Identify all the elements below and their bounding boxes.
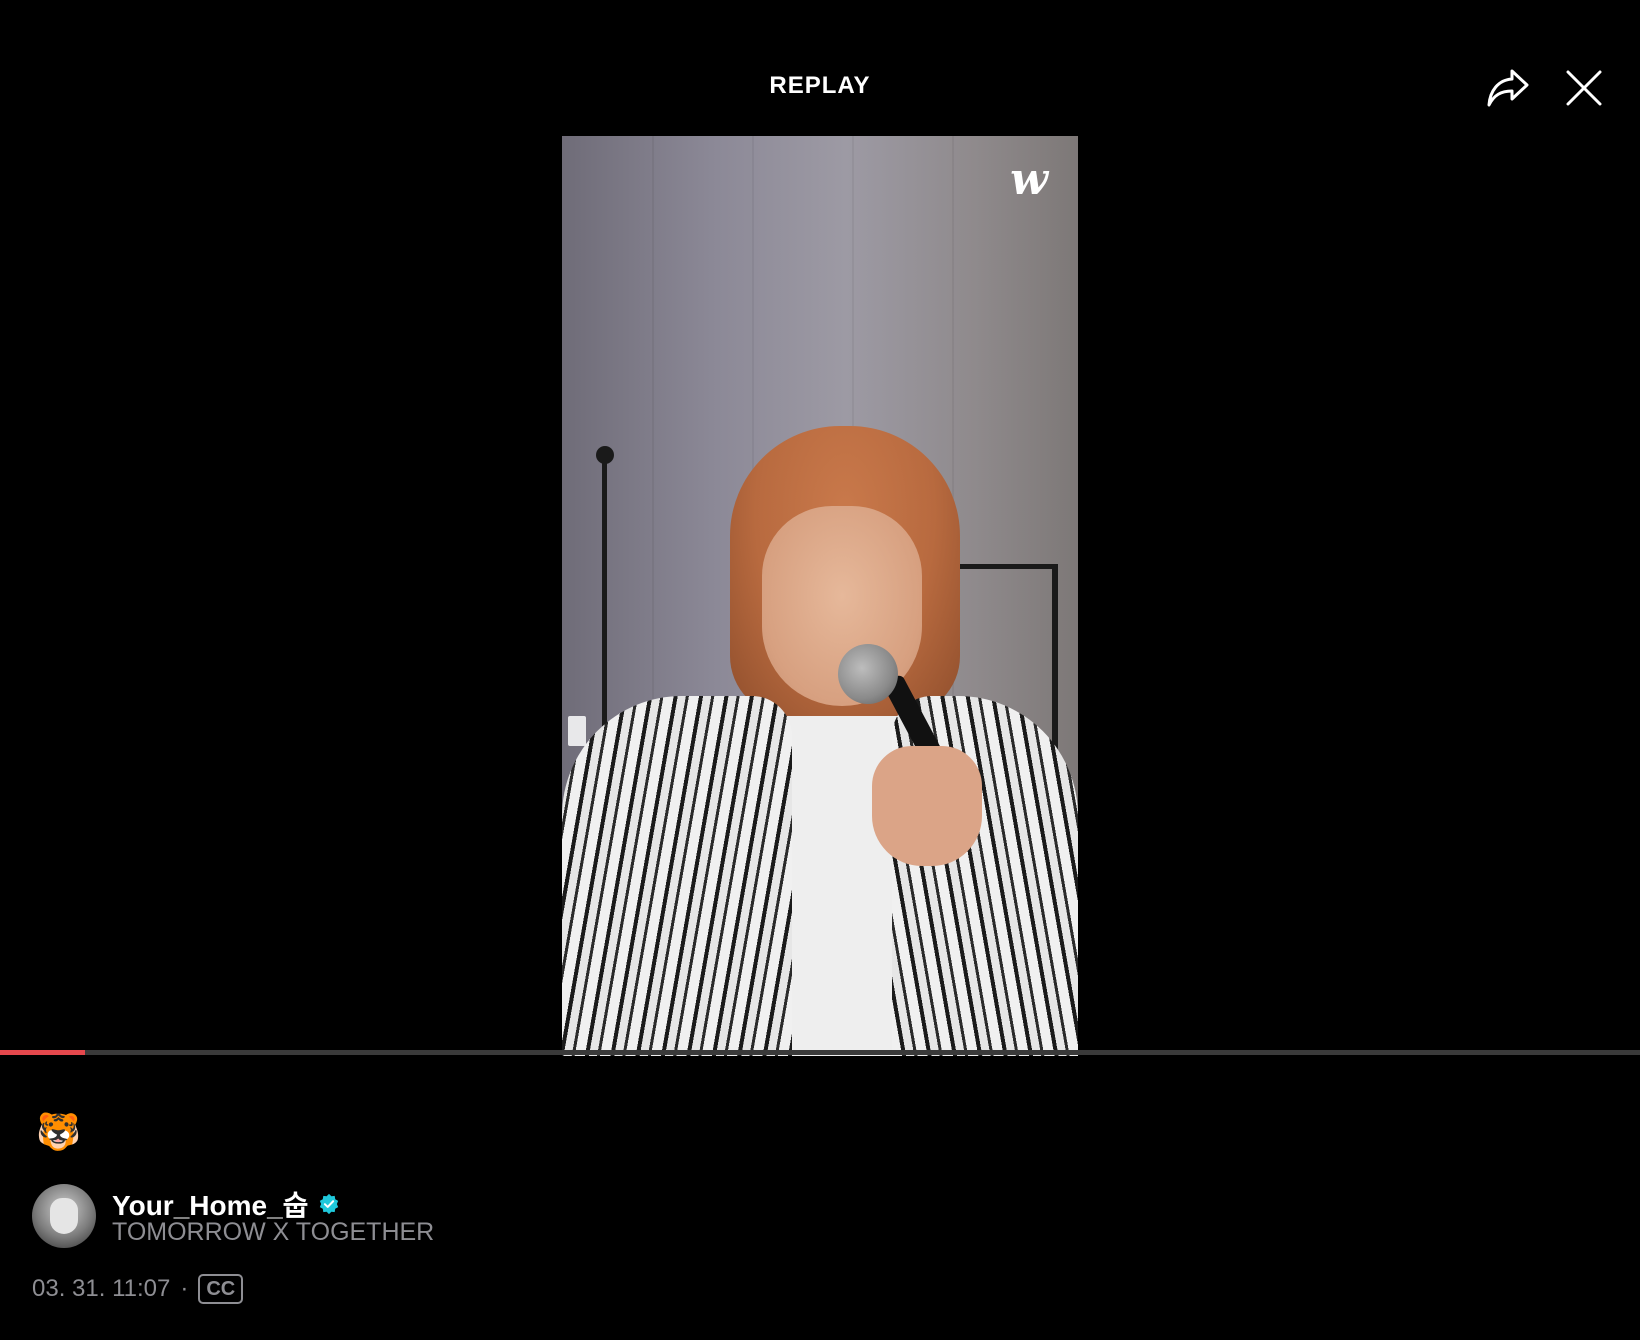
meta-separator: · [180, 1275, 189, 1302]
microphone-head [838, 644, 898, 704]
avatar[interactable] [32, 1184, 96, 1248]
post-meta: 03. 31. 11:07 · CC [32, 1274, 244, 1304]
share-button[interactable] [1482, 64, 1534, 112]
page-title: REPLAY [769, 72, 871, 99]
hand [872, 746, 982, 866]
weverse-logo-watermark: w [1010, 154, 1048, 205]
jacket-left [562, 696, 792, 1056]
close-icon [1566, 70, 1602, 106]
post-date: 03. 31. 11:07 [32, 1275, 171, 1302]
progress-fill [0, 1050, 86, 1055]
replay-viewer: REPLAY w 🐯 Your_Home_숩 TOMORROW X TOGETH… [0, 0, 1640, 1340]
post-emoji: 🐯 [36, 1111, 81, 1152]
group-name: TOMORROW X TOGETHER [112, 1218, 435, 1246]
share-arrow-icon [1487, 69, 1529, 107]
verified-badge-icon [320, 1193, 339, 1215]
wall-outlet [568, 716, 586, 746]
close-button[interactable] [1560, 64, 1608, 112]
video-player[interactable]: w [562, 136, 1078, 1056]
captions-button[interactable]: CC [198, 1274, 244, 1304]
progress-bar[interactable] [0, 1050, 1640, 1055]
